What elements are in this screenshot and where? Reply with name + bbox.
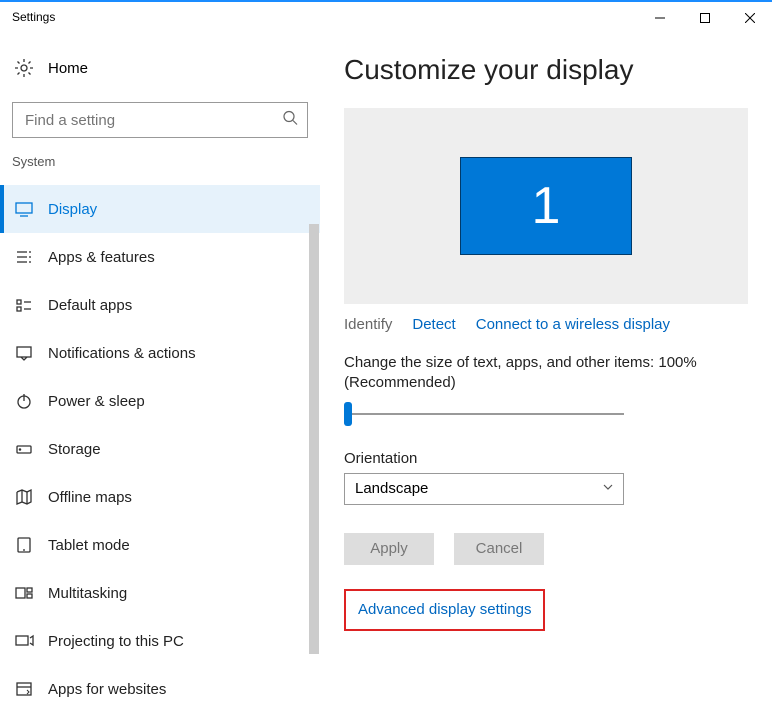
tablet-icon — [14, 535, 34, 555]
default-apps-icon — [14, 295, 34, 315]
sidebar-item-apps-for-websites[interactable]: Apps for websites — [0, 665, 320, 713]
detect-link[interactable]: Detect — [412, 316, 455, 333]
sidebar-item-apps-features[interactable]: Apps & features — [0, 233, 320, 281]
scaling-slider[interactable] — [344, 402, 624, 426]
sidebar-item-label: Notifications & actions — [48, 345, 320, 362]
identify-link[interactable]: Identify — [344, 316, 392, 333]
main-content: Customize your display 1 Identify Detect… — [320, 32, 772, 724]
minimize-icon — [655, 13, 665, 23]
apps-icon — [14, 247, 34, 267]
window-controls — [637, 4, 772, 32]
sidebar-item-label: Tablet mode — [48, 537, 320, 554]
sidebar-item-multitasking[interactable]: Multitasking — [0, 569, 320, 617]
sidebar-item-notifications-actions[interactable]: Notifications & actions — [0, 329, 320, 377]
monitor-thumbnail[interactable]: 1 — [460, 157, 632, 255]
projecting-icon — [14, 631, 34, 651]
orientation-select[interactable]: Landscape — [344, 473, 624, 505]
button-row: Apply Cancel — [344, 533, 752, 565]
sidebar-item-projecting-to-this-pc[interactable]: Projecting to this PC — [0, 617, 320, 665]
sidebar-item-label: Offline maps — [48, 489, 320, 506]
storage-icon — [14, 439, 34, 459]
gear-icon — [14, 58, 34, 78]
notifications-icon — [14, 343, 34, 363]
search-box — [12, 102, 308, 138]
sidebar-menu: Display Apps & features Default apps Notifi… — [0, 185, 320, 713]
display-actions-row: Identify Detect Connect to a wireless di… — [344, 316, 752, 333]
chevron-down-icon — [602, 480, 614, 498]
sidebar-item-label: Apps for websites — [48, 681, 320, 698]
sidebar-item-power-sleep[interactable]: Power & sleep — [0, 377, 320, 425]
cancel-button[interactable]: Cancel — [454, 533, 544, 565]
maps-icon — [14, 487, 34, 507]
sidebar-item-label: Storage — [48, 441, 320, 458]
advanced-highlight-box: Advanced display settings — [344, 589, 545, 631]
apply-button[interactable]: Apply — [344, 533, 434, 565]
home-label: Home — [48, 60, 88, 77]
category-label: System — [0, 154, 320, 169]
sidebar: Home System Display Apps & features Defaul… — [0, 32, 320, 724]
monitor-icon — [14, 199, 34, 219]
sidebar-item-label: Multitasking — [48, 585, 320, 602]
sidebar-item-label: Projecting to this PC — [48, 633, 320, 650]
monitor-number: 1 — [532, 176, 561, 236]
advanced-display-link[interactable]: Advanced display settings — [358, 601, 531, 618]
maximize-icon — [700, 13, 710, 23]
maximize-button[interactable] — [682, 4, 727, 32]
orientation-label: Orientation — [344, 450, 752, 467]
slider-track — [344, 413, 624, 415]
multitasking-icon — [14, 583, 34, 603]
search-icon — [282, 110, 298, 131]
power-icon — [14, 391, 34, 411]
apps-websites-icon — [14, 679, 34, 699]
orientation-value: Landscape — [355, 480, 428, 497]
display-preview[interactable]: 1 — [344, 108, 748, 304]
search-input[interactable] — [12, 102, 308, 138]
sidebar-item-label: Power & sleep — [48, 393, 320, 410]
window-title: Settings — [12, 10, 55, 24]
sidebar-item-default-apps[interactable]: Default apps — [0, 281, 320, 329]
sidebar-item-storage[interactable]: Storage — [0, 425, 320, 473]
minimize-button[interactable] — [637, 4, 682, 32]
scaling-label: Change the size of text, apps, and other… — [344, 353, 748, 394]
home-link[interactable]: Home — [0, 44, 320, 92]
connect-wireless-link[interactable]: Connect to a wireless display — [476, 316, 670, 333]
scrollbar-thumb[interactable] — [309, 224, 319, 654]
sidebar-item-label: Apps & features — [48, 249, 320, 266]
sidebar-item-label: Default apps — [48, 297, 320, 314]
scrollbar[interactable] — [308, 224, 320, 724]
settings-window: Settings Home — [0, 0, 772, 726]
sidebar-item-label: Display — [48, 201, 320, 218]
close-button[interactable] — [727, 4, 772, 32]
titlebar: Settings — [0, 2, 772, 32]
sidebar-item-tablet-mode[interactable]: Tablet mode — [0, 521, 320, 569]
page-title: Customize your display — [344, 54, 752, 86]
close-icon — [745, 13, 755, 23]
slider-thumb[interactable] — [344, 402, 352, 426]
sidebar-item-display[interactable]: Display — [0, 185, 320, 233]
sidebar-item-offline-maps[interactable]: Offline maps — [0, 473, 320, 521]
